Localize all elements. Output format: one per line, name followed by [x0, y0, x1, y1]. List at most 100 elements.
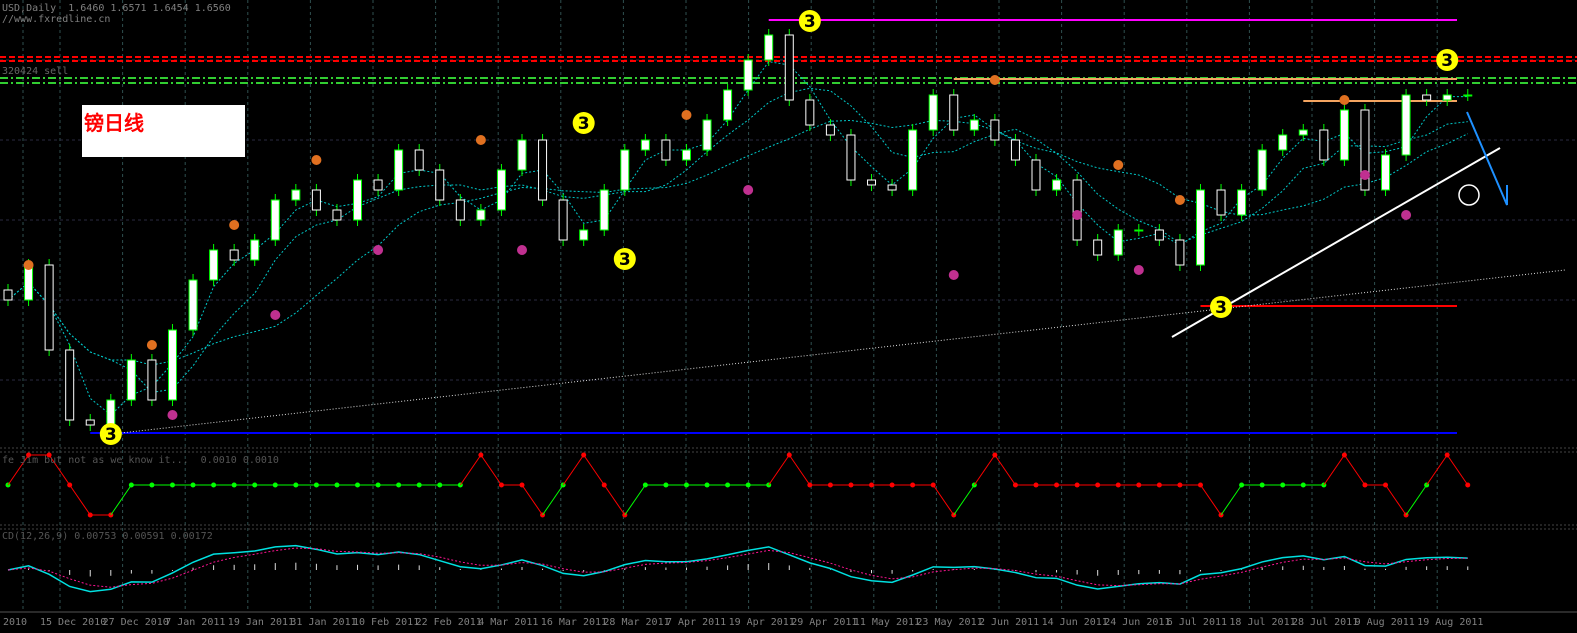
wave-marker-label: 3	[578, 114, 590, 134]
moving-average-12	[7, 119, 1468, 366]
candle	[291, 189, 301, 201]
candle	[1113, 229, 1123, 256]
oscillator-segment	[583, 454, 605, 486]
fractal-marker	[1174, 195, 1185, 205]
candle	[311, 189, 321, 211]
chart-header: USD,Daily 1.6460 1.6571 1.6454 1.6560	[2, 3, 231, 14]
source-url: //www.fxredline.cn	[2, 14, 111, 25]
candle	[435, 169, 445, 201]
candle	[1319, 129, 1329, 161]
date-label: 2 Jun 2011	[979, 617, 1040, 628]
candle	[496, 169, 506, 211]
candle	[1175, 239, 1185, 266]
candle	[599, 189, 609, 231]
candle	[1339, 109, 1349, 161]
date-label: 19 Jan 2011	[227, 617, 295, 628]
candle	[455, 199, 465, 221]
candle	[188, 279, 198, 331]
candle	[373, 179, 383, 191]
close-value: 1.6560	[194, 3, 231, 14]
oscillator-point	[1465, 482, 1471, 488]
candle	[1093, 239, 1103, 256]
fractal-marker	[1072, 210, 1083, 220]
candle	[1216, 189, 1226, 216]
wave-marker-label: 3	[619, 250, 631, 270]
candle	[723, 89, 733, 121]
fractal-marker	[948, 270, 959, 280]
date-label: 10 Feb 2011	[353, 617, 420, 628]
candle	[1463, 94, 1473, 97]
date-label: 14 Jun 2011	[1041, 617, 1108, 628]
oscillator-segment	[994, 454, 1016, 486]
date-label: 2010	[3, 617, 28, 628]
date-label: 4 Mar 2011	[478, 617, 539, 628]
date-label: 16 Mar 2011	[540, 617, 608, 628]
macd-line	[7, 544, 1468, 593]
candle	[764, 34, 774, 61]
date-label: 7 Jan 2011	[165, 617, 226, 628]
oscillator-segment	[542, 484, 564, 516]
oscillator-segment	[624, 484, 646, 516]
candle	[681, 149, 691, 161]
candle	[1195, 189, 1205, 266]
candle	[1298, 129, 1308, 136]
date-label: 15 Dec 2010	[40, 617, 107, 628]
candle	[1134, 229, 1144, 232]
candle	[969, 119, 979, 131]
oscillator-segment	[953, 484, 975, 516]
oscillator-segment	[788, 454, 811, 486]
oscillator-segment	[1323, 454, 1345, 486]
candle	[85, 419, 95, 426]
candle	[579, 229, 589, 241]
fractal-marker	[270, 310, 281, 320]
candle	[250, 239, 260, 261]
candle	[332, 209, 342, 221]
macd-label: CD(12,26,9) 0.00753 0.00591 0.00172	[2, 531, 213, 542]
candle	[1381, 154, 1391, 191]
candle	[661, 139, 671, 161]
fractal-marker	[1401, 210, 1412, 220]
candle	[106, 399, 116, 426]
oscillator-segment	[1405, 484, 1428, 516]
fractal-marker	[167, 410, 178, 420]
fractal-marker	[1133, 265, 1144, 275]
fractal-marker	[475, 135, 486, 145]
wave-marker-label: 3	[1441, 51, 1453, 71]
candle	[908, 129, 918, 191]
oscillator-segment	[562, 454, 585, 486]
circle-marker	[1458, 184, 1480, 206]
chart-label: 镑日线	[84, 111, 144, 135]
fractal-marker	[146, 340, 157, 350]
oscillator-segment	[521, 484, 543, 516]
oscillator-segment	[459, 454, 482, 486]
oscillator-segment	[768, 454, 790, 486]
oscillator-segment	[1200, 484, 1222, 516]
oscillator-segment	[1446, 454, 1469, 486]
arrow-projection	[1466, 111, 1508, 206]
candle	[353, 179, 363, 221]
oscillator-segment	[1220, 484, 1243, 516]
candle	[846, 134, 856, 181]
candle	[1257, 149, 1267, 191]
fractal-marker	[373, 245, 384, 255]
date-label: 11 May 2011	[853, 617, 921, 628]
fractal-marker	[1339, 95, 1350, 105]
date-label: 6 Jul 2011	[1166, 617, 1228, 628]
candle	[558, 199, 568, 241]
candle	[270, 199, 280, 241]
candle	[476, 209, 486, 221]
date-label: 28 Mar 2011	[603, 617, 670, 628]
chart-label-box: 镑日线	[82, 105, 245, 157]
date-label: 24 Jun 2011	[1104, 617, 1171, 628]
date-label: 19 Aug 2011	[1417, 617, 1484, 628]
fractal-marker	[1359, 170, 1370, 180]
candle	[640, 139, 650, 151]
date-label: 7 Apr 2011	[666, 617, 727, 628]
candle	[126, 359, 136, 401]
date-label: 19 Apr 2011	[728, 617, 795, 628]
date-label: 22 Feb 2011	[415, 617, 482, 628]
level-note: 320424 sell	[2, 66, 69, 77]
price-chart[interactable]: 3 3 3 3 3 3	[0, 0, 1577, 633]
candle	[1031, 159, 1041, 191]
candle	[1237, 189, 1247, 216]
